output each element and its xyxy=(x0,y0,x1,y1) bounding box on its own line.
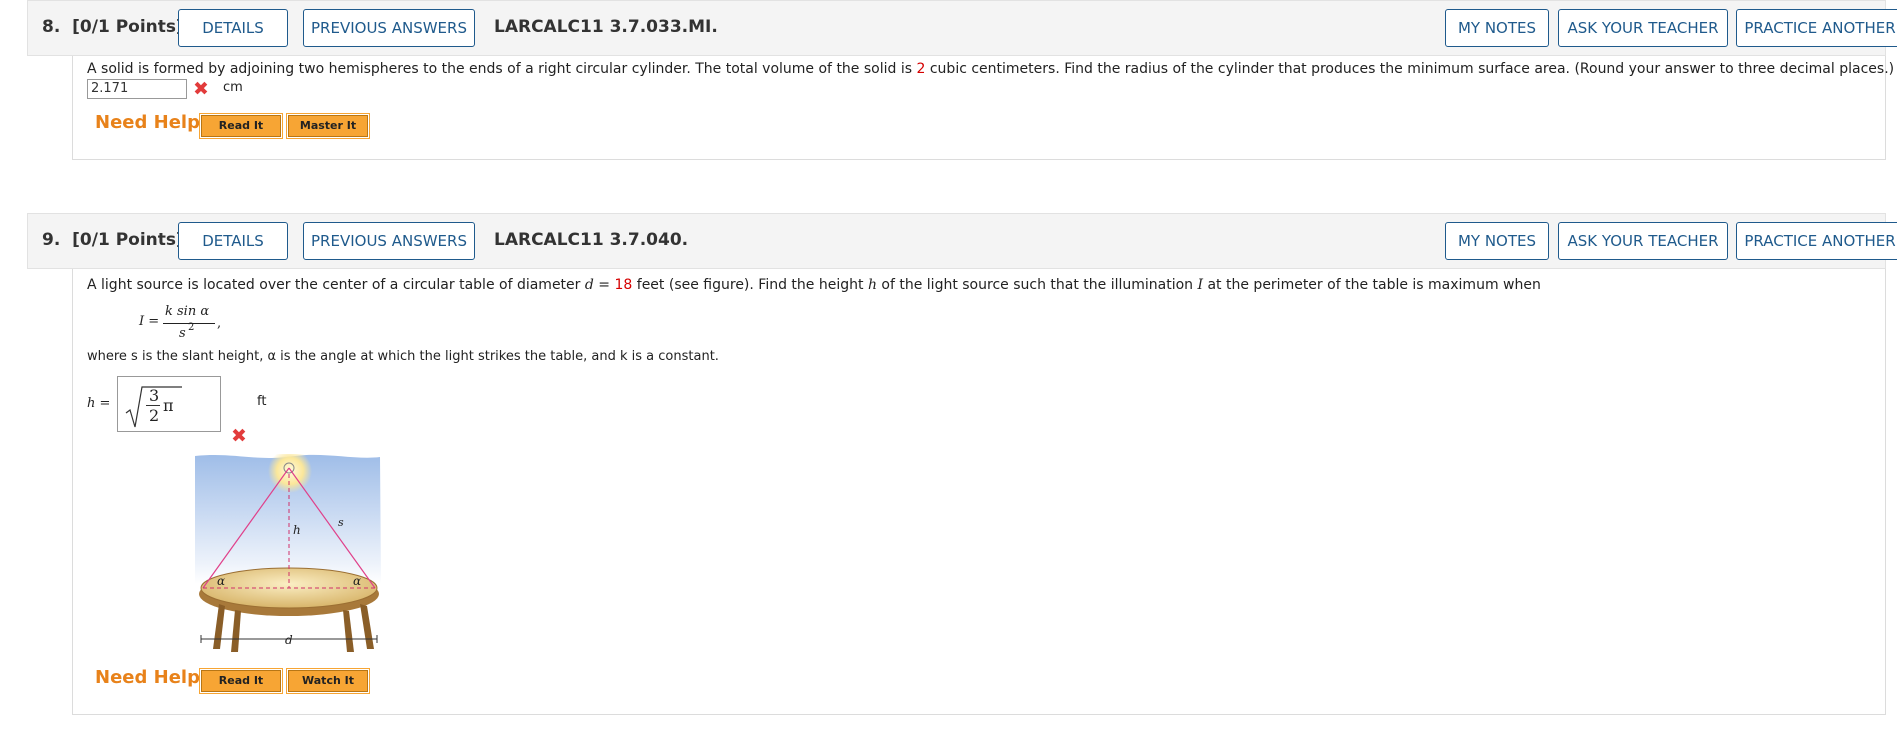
q9-h-label: h = xyxy=(87,396,111,411)
q9-diameter-value: 18 xyxy=(614,277,633,293)
figure-label-s: s xyxy=(338,516,344,529)
q9-previous-answers-button[interactable]: PREVIOUS ANSWERS xyxy=(303,222,475,260)
q8-ask-teacher-button[interactable]: ASK YOUR TEACHER xyxy=(1558,9,1728,47)
q9-where-text: where s is the slant height, α is the an… xyxy=(87,349,719,364)
figure-label-d: d xyxy=(285,633,293,647)
q8-need-help-label: Need Help? xyxy=(95,112,211,133)
q8-unit: cm xyxy=(223,80,243,95)
q9-question-text: A light source is located over the cente… xyxy=(87,277,1541,293)
q9-watch-it-button[interactable]: Watch It xyxy=(286,668,370,694)
q8-previous-answers-button[interactable]: PREVIOUS ANSWERS xyxy=(303,9,475,47)
q8-question-text: A solid is formed by adjoining two hemis… xyxy=(87,61,1895,77)
q8-details-button[interactable]: DETAILS xyxy=(178,9,288,47)
q8-incorrect-icon: ✖ xyxy=(193,78,209,100)
q9-header: 9. [0/1 Points] DETAILS PREVIOUS ANSWERS… xyxy=(27,213,1897,269)
q8-answer-input[interactable]: 2.171 xyxy=(87,79,187,99)
q9-frac-den: 2 xyxy=(149,406,160,425)
q9-need-help-label: Need Help? xyxy=(95,667,211,688)
q9-pi: π xyxy=(163,396,174,415)
q9-answer-input[interactable]: 3 2 π xyxy=(117,376,221,432)
q8-problem-code: LARCALC11 3.7.033.MI. xyxy=(494,17,718,37)
q8-body: A solid is formed by adjoining two hemis… xyxy=(72,56,1894,160)
figure-label-alpha-right: α xyxy=(353,574,361,588)
q9-incorrect-icon: ✖ xyxy=(231,425,247,447)
q8-number: 8. [0/1 Points] xyxy=(42,17,184,37)
q9-illumination-formula: I = k sin α s 2 , xyxy=(139,304,222,341)
q9-unit: ft xyxy=(257,394,267,409)
q9-problem-code: LARCALC11 3.7.040. xyxy=(494,230,689,250)
light-table-figure: h s α α d xyxy=(195,454,381,652)
q9-ask-teacher-button[interactable]: ASK YOUR TEACHER xyxy=(1558,222,1728,260)
q9-frac-num: 3 xyxy=(149,386,160,405)
q8-points: [0/1 Points] xyxy=(72,17,184,37)
q8-practice-another-button[interactable]: PRACTICE ANOTHER xyxy=(1736,9,1897,47)
q9-body: A light source is located over the cente… xyxy=(72,269,1886,715)
q8-my-notes-button[interactable]: MY NOTES xyxy=(1445,9,1549,47)
q9-number: 9. [0/1 Points] xyxy=(42,230,184,250)
q9-points: [0/1 Points] xyxy=(72,230,184,250)
figure-label-h: h xyxy=(293,523,301,537)
q8-master-it-button[interactable]: Master It xyxy=(286,113,370,139)
q9-read-it-button[interactable]: Read It xyxy=(199,668,283,694)
figure-label-alpha-left: α xyxy=(217,574,225,588)
q8-header: 8. [0/1 Points] DETAILS PREVIOUS ANSWERS… xyxy=(27,0,1897,56)
q9-my-notes-button[interactable]: MY NOTES xyxy=(1445,222,1549,260)
q9-details-button[interactable]: DETAILS xyxy=(178,222,288,260)
q8-read-it-button[interactable]: Read It xyxy=(199,113,283,139)
q9-practice-another-button[interactable]: PRACTICE ANOTHER xyxy=(1736,222,1897,260)
